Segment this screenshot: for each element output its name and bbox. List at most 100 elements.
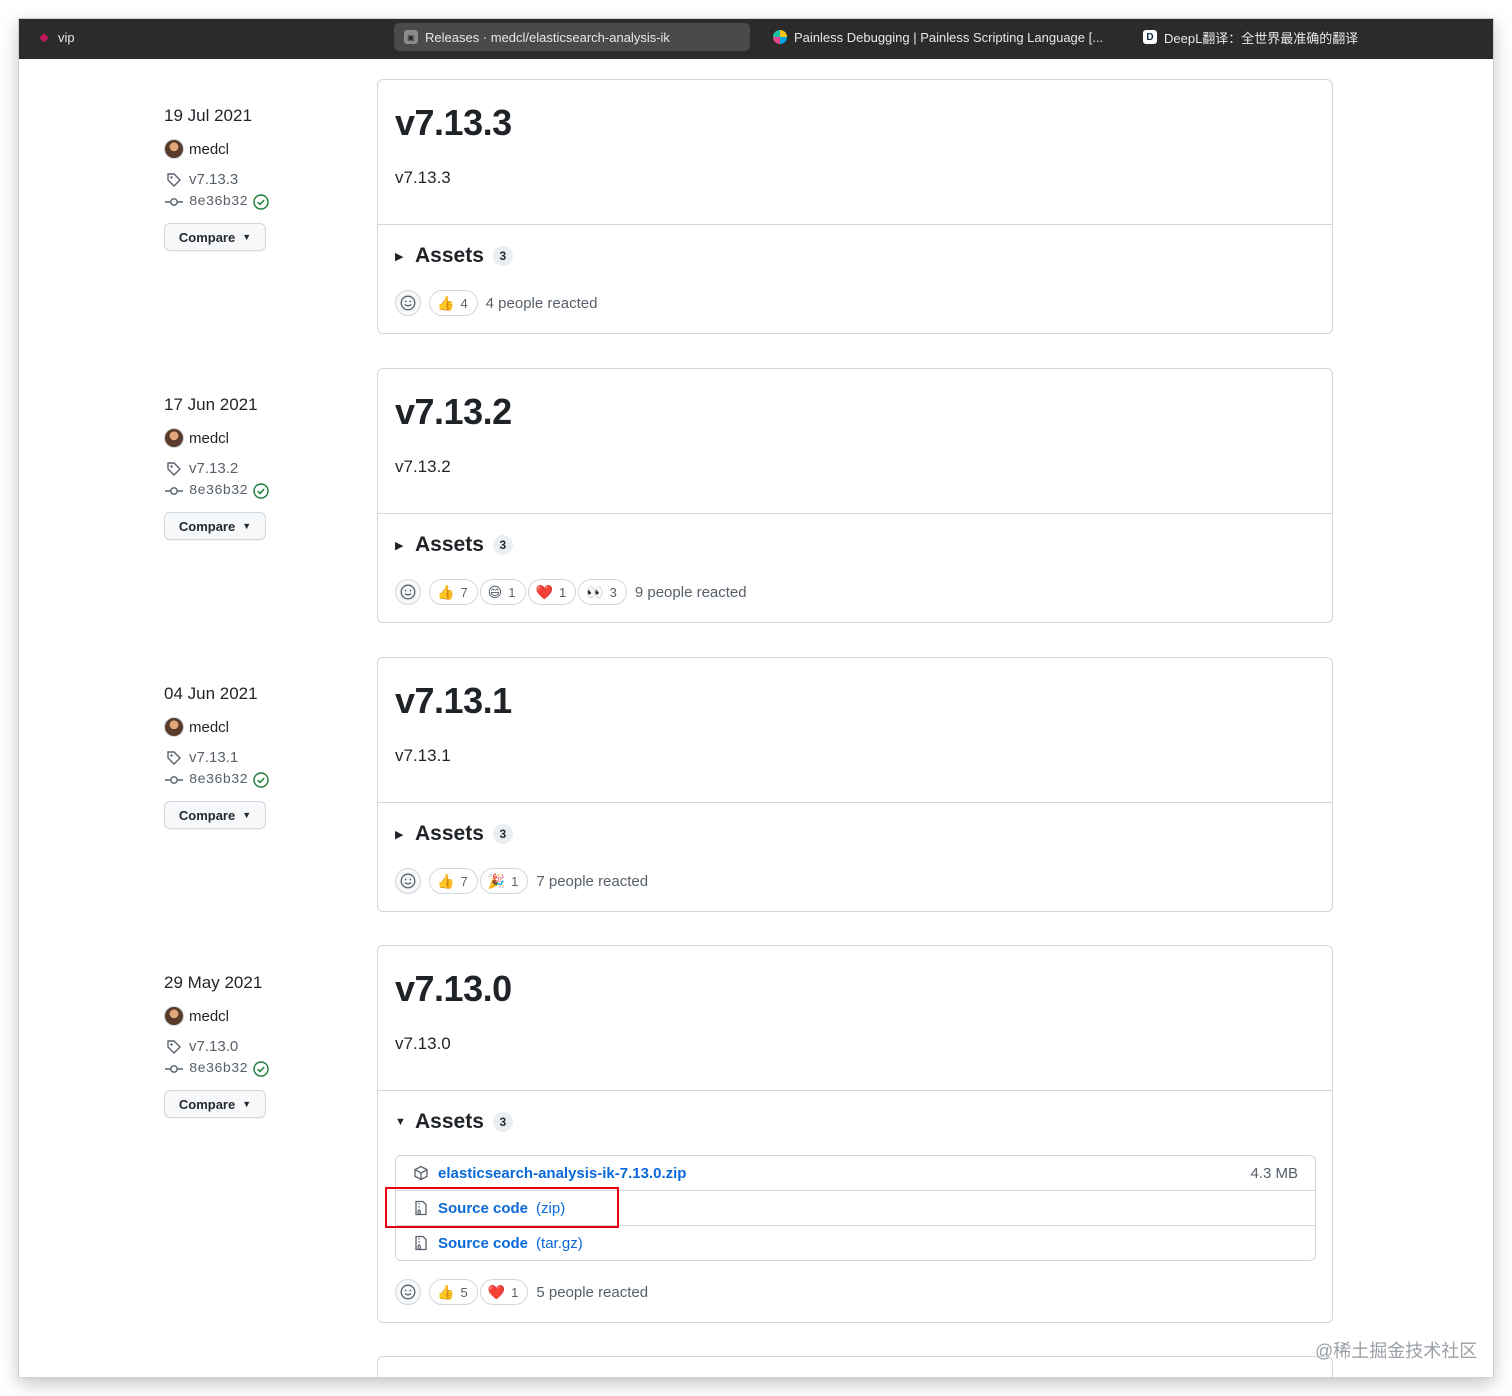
tag-label: v7.13.3	[189, 171, 239, 188]
hooray-icon: 🎉	[487, 872, 506, 889]
compare-button[interactable]: Compare ▼	[164, 801, 266, 829]
reaction-button[interactable]: 😄 1	[479, 579, 526, 605]
release-date: 04 Jun 2021	[164, 684, 258, 703]
reaction-summary: 5 people reacted	[536, 1283, 649, 1301]
source-code-targz-link[interactable]: Source code	[438, 1235, 528, 1252]
annotation-highlight-box	[385, 1187, 619, 1228]
release-commit[interactable]: 8e36b32	[164, 483, 269, 499]
release-title[interactable]: v7.13.3	[395, 102, 512, 144]
add-reaction-smiley-icon[interactable]	[395, 1279, 421, 1305]
add-reaction-smiley-icon[interactable]	[395, 290, 421, 316]
tab-deepl[interactable]: D DeepL翻译：全世界最准确的翻译	[1133, 23, 1489, 51]
reaction-button[interactable]: 👍 7	[429, 579, 478, 605]
release-title[interactable]: v7.13.2	[395, 391, 512, 433]
assets-toggle[interactable]: ▼ Assets 3	[395, 1110, 513, 1134]
reaction-count: 7	[460, 584, 468, 600]
reaction-button[interactable]: 👍 5	[429, 1279, 478, 1305]
commit-icon	[164, 772, 184, 788]
add-reaction-smiley-icon[interactable]	[395, 868, 421, 894]
release-card: v7.13.2 v7.13.2 ▶ Assets 3 👍 7 😄 1 ❤️ 1 👀 3 …	[377, 368, 1333, 623]
next-release-card	[377, 1356, 1333, 1377]
compare-label: Compare	[178, 1096, 236, 1112]
release-author[interactable]: medcl	[164, 717, 229, 737]
release-commit[interactable]: 8e36b32	[164, 194, 269, 210]
reaction-button[interactable]: 👀 3	[578, 579, 627, 605]
caret-down-icon: ▼	[242, 232, 252, 242]
reaction-button[interactable]: ❤️ 1	[479, 1279, 529, 1305]
tab-vip[interactable]: ◆ vip	[27, 23, 387, 51]
commit-sha: 8e36b32	[189, 1061, 248, 1077]
compare-label: Compare	[178, 518, 236, 534]
browser-window: ◆ vip ▣ Releases · medcl/elasticsearch-a…	[19, 19, 1493, 1377]
compare-button[interactable]: Compare ▼	[164, 223, 266, 251]
commit-sha: 8e36b32	[189, 483, 248, 499]
tag-label: v7.13.1	[189, 749, 239, 766]
add-reaction-smiley-icon[interactable]	[395, 579, 421, 605]
release-title[interactable]: v7.13.0	[395, 968, 512, 1010]
asset-download-link[interactable]: elasticsearch-analysis-ik-7.13.0.zip	[438, 1165, 686, 1182]
thumbs-up-icon: 👍	[437, 1283, 455, 1300]
tab-label: DeepL翻译：全世界最准确的翻译	[1164, 30, 1359, 46]
reaction-summary: 9 people reacted	[634, 583, 747, 601]
release-title[interactable]: v7.13.1	[395, 680, 512, 722]
commit-icon	[164, 194, 184, 210]
reaction-button[interactable]: 👍 7	[429, 868, 478, 894]
browser-tab-bar: ◆ vip ▣ Releases · medcl/elasticsearch-a…	[19, 19, 1493, 59]
release-commit[interactable]: 8e36b32	[164, 772, 269, 788]
assets-toggle[interactable]: ▶ Assets 3	[395, 244, 513, 268]
tab-releases[interactable]: ▣ Releases · medcl/elasticsearch-analysi…	[394, 23, 750, 51]
release-tag[interactable]: v7.13.1	[164, 749, 238, 766]
tag-label: v7.13.0	[189, 1038, 239, 1055]
reaction-count: 5	[460, 1284, 468, 1300]
release-author[interactable]: medcl	[164, 1006, 229, 1026]
heart-icon: ❤️	[535, 583, 553, 600]
asset-row: elasticsearch-analysis-ik-7.13.0.zip 4.3…	[396, 1156, 1315, 1190]
release-header: v7.13.2 v7.13.2	[378, 369, 1332, 514]
release-tag[interactable]: v7.13.0	[164, 1038, 238, 1055]
assets-toggle[interactable]: ▶ Assets 3	[395, 822, 513, 846]
assets-title: Assets	[415, 533, 484, 556]
reaction-count: 1	[558, 584, 567, 600]
release-commit[interactable]: 8e36b32	[164, 1061, 269, 1077]
reaction-count: 1	[511, 1284, 519, 1300]
triangle-right-icon: ▶	[395, 828, 404, 841]
tab-painless[interactable]: Painless Debugging | Painless Scripting …	[763, 23, 1119, 51]
assets-title: Assets	[415, 1110, 484, 1133]
commit-icon	[164, 1061, 184, 1077]
release-author[interactable]: medcl	[164, 428, 229, 448]
reaction-button[interactable]: 👍 4	[429, 290, 478, 316]
release-header: v7.13.1 v7.13.1	[378, 658, 1332, 803]
author-name: medcl	[189, 718, 230, 736]
reaction-summary: 4 people reacted	[485, 294, 598, 312]
avatar	[164, 428, 184, 448]
triangle-right-icon: ▶	[395, 250, 404, 263]
laugh-icon: 😄	[487, 583, 503, 600]
assets-count: 3	[492, 246, 513, 266]
triangle-down-icon: ▼	[395, 1116, 406, 1128]
release-tag[interactable]: v7.13.2	[164, 460, 238, 477]
reaction-button[interactable]: 🎉 1	[479, 868, 529, 894]
reaction-count: 1	[511, 873, 519, 889]
release-date: 29 May 2021	[164, 973, 263, 992]
verified-check-icon	[253, 483, 269, 499]
asset-row: Source code (tar.gz)	[396, 1225, 1315, 1260]
release-tag[interactable]: v7.13.3	[164, 171, 238, 188]
tab-label: Painless Debugging | Painless Scripting …	[794, 29, 1104, 45]
reaction-button[interactable]: ❤️ 1	[527, 579, 577, 605]
release-body: v7.13.3	[395, 168, 451, 187]
tag-icon	[164, 750, 184, 766]
tag-label: v7.13.2	[189, 460, 239, 477]
asset-kind[interactable]: (tar.gz)	[536, 1235, 583, 1252]
github-icon: ▣	[404, 30, 418, 44]
assets-toggle[interactable]: ▶ Assets 3	[395, 533, 513, 557]
compare-button[interactable]: Compare ▼	[164, 1090, 266, 1118]
reactions-bar: 👍 5 ❤️ 1 5 people reacted	[395, 1279, 648, 1305]
release-author[interactable]: medcl	[164, 139, 229, 159]
release-card: v7.13.1 v7.13.1 ▶ Assets 3 👍 7 🎉 1 7 peopl…	[377, 657, 1333, 912]
assets-count: 3	[492, 535, 513, 555]
avatar	[164, 139, 184, 159]
deepl-icon: D	[1143, 30, 1157, 44]
release-body: v7.13.2	[395, 457, 451, 476]
caret-down-icon: ▼	[242, 1099, 252, 1109]
compare-button[interactable]: Compare ▼	[164, 512, 266, 540]
